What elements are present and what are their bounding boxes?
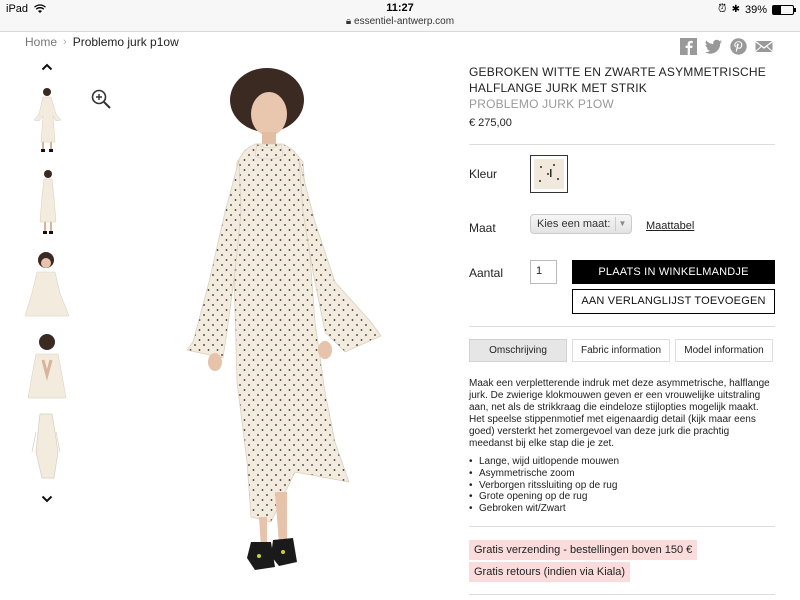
- quantity-input[interactable]: 1: [530, 260, 557, 284]
- promo-free-shipping: Gratis verzending - bestellingen boven 1…: [469, 540, 698, 560]
- divider: [469, 326, 775, 327]
- chevron-right-icon: ›: [63, 36, 67, 48]
- lock-icon: 🔒︎: [345, 16, 352, 27]
- battery-icon: [772, 4, 796, 15]
- address-bar[interactable]: 🔒︎ essentiel-antwerp.com: [0, 16, 800, 27]
- caret-down-icon: ▼: [615, 217, 629, 231]
- divider: [469, 526, 775, 527]
- breadcrumb-current: Problemo jurk p1ow: [72, 35, 179, 49]
- promo-free-returns: Gratis retours (indien via Kiala): [469, 562, 631, 582]
- product-sku: PROBLEMO JURK P1OW: [469, 97, 614, 111]
- chevron-up-icon[interactable]: [22, 62, 72, 74]
- size-select-value: Kies een maat:: [537, 218, 611, 230]
- thumbnail-back-upper[interactable]: [22, 330, 72, 400]
- facebook-icon[interactable]: [680, 38, 698, 55]
- product-info: GEBROKEN WITTE EN ZWARTE ASYMMETRISCHE H…: [469, 64, 775, 129]
- ios-status-bar: iPad 11:27 🔒︎ essentiel-antwerp.com ⏰︎ ✱…: [0, 0, 800, 32]
- clock: 11:27: [386, 2, 414, 14]
- add-to-wishlist-button[interactable]: AAN VERLANGLIJST TOEVOEGEN: [572, 289, 775, 314]
- battery-percent: 39%: [744, 3, 767, 16]
- divider: [469, 144, 775, 145]
- list-item: Asymmetrische zoom: [469, 468, 775, 480]
- mail-icon[interactable]: [755, 38, 773, 55]
- color-swatch[interactable]: [530, 155, 568, 193]
- size-label: Maat: [469, 221, 496, 235]
- zoom-in-icon[interactable]: [90, 88, 112, 110]
- quantity-label: Aantal: [469, 266, 504, 280]
- color-label: Kleur: [469, 167, 498, 181]
- breadcrumb-home-link[interactable]: Home: [25, 35, 57, 49]
- thumbnail-front-upper[interactable]: [22, 248, 72, 318]
- battery-fill: [773, 5, 781, 14]
- thumbnail-gallery: [22, 62, 72, 503]
- product-main-image[interactable]: [175, 62, 395, 592]
- list-item: Lange, wijd uitlopende mouwen: [469, 456, 775, 468]
- bluetooth-icon: ✱: [731, 4, 740, 15]
- product-price: € 275,00: [469, 117, 512, 129]
- list-item: Verborgen ritssluiting op de rug: [469, 480, 775, 492]
- breadcrumb: Home › Problemo jurk p1ow: [25, 35, 179, 49]
- pinterest-icon[interactable]: [730, 38, 748, 55]
- swatch-pattern: [534, 159, 564, 189]
- thumbnail-front-full[interactable]: [22, 84, 72, 154]
- add-to-cart-button[interactable]: PLAATS IN WINKELMANDJE: [572, 260, 775, 284]
- url-text: essentiel-antwerp.com: [354, 16, 455, 27]
- share-icons: [680, 38, 773, 55]
- size-select[interactable]: Kies een maat: ▼: [530, 214, 632, 234]
- product-title: GEBROKEN WITTE EN ZWARTE ASYMMETRISCHE H…: [469, 65, 766, 95]
- list-item: Gebroken wit/Zwart: [469, 503, 775, 515]
- tab-fabric-information[interactable]: Fabric information: [572, 339, 670, 362]
- divider: [469, 594, 775, 595]
- tab-model-information[interactable]: Model information: [675, 339, 773, 362]
- feature-list: Lange, wijd uitlopende mouwen Asymmetris…: [469, 456, 775, 515]
- tab-description[interactable]: Omschrijving: [469, 339, 567, 362]
- product-description: Maak een verpletterende indruk met deze …: [469, 378, 770, 449]
- chevron-down-icon[interactable]: [22, 494, 72, 506]
- status-right: ⏰︎ ✱ 39%: [717, 3, 796, 16]
- list-item: Grote opening op de rug: [469, 491, 775, 503]
- thumbnail-side-full[interactable]: [22, 166, 72, 236]
- thumbnail-detail[interactable]: [22, 412, 72, 482]
- twitter-icon[interactable]: [705, 38, 723, 55]
- alarm-icon: ⏰︎: [717, 3, 727, 15]
- size-table-link[interactable]: Maattabel: [646, 220, 694, 232]
